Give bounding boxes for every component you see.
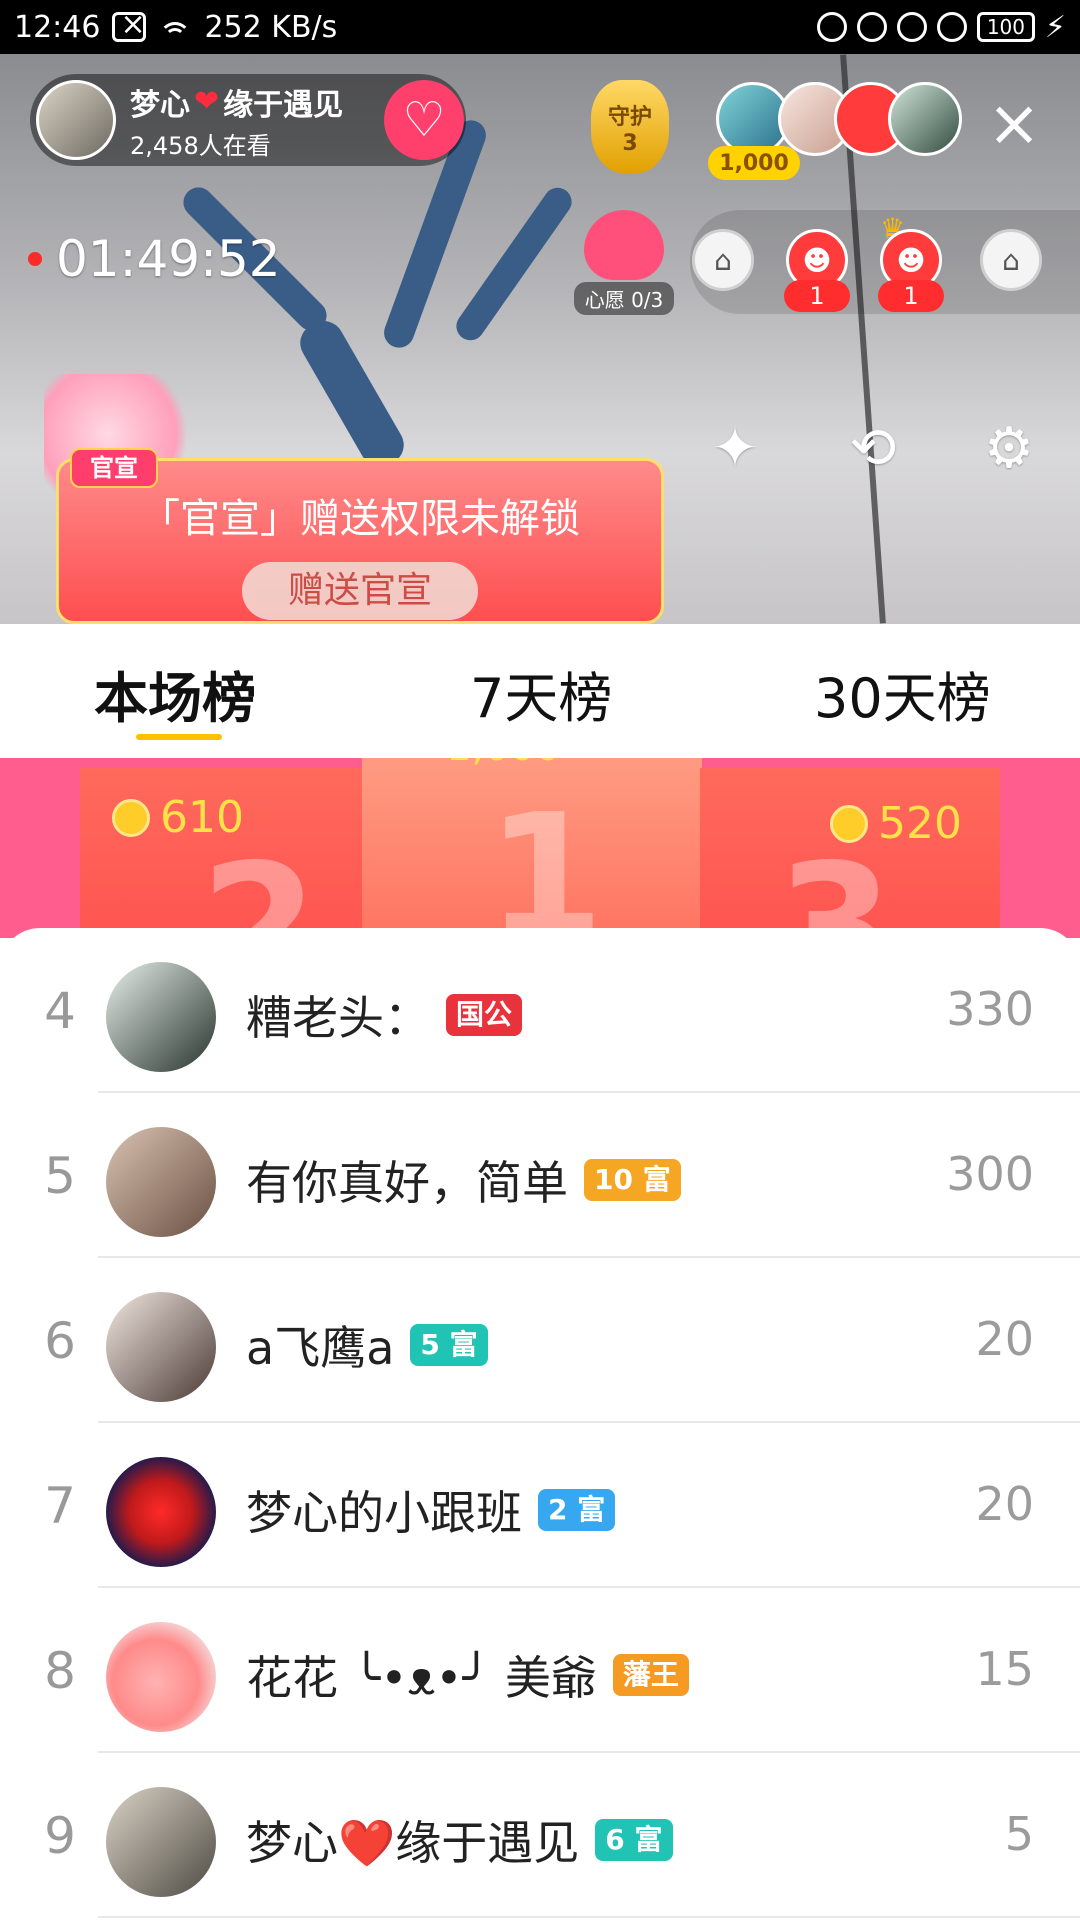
second-place-coins: 610 bbox=[112, 792, 244, 843]
score: 20 bbox=[975, 1312, 1034, 1366]
headphones-icon bbox=[936, 12, 967, 42]
wish-heart-icon bbox=[584, 210, 664, 280]
avatar[interactable] bbox=[106, 1127, 216, 1237]
seat-badge: 1 bbox=[784, 280, 850, 312]
network-speed: 252 KB/s bbox=[204, 9, 338, 45]
active-tab-indicator bbox=[136, 734, 222, 740]
beauty-wand-icon[interactable]: ✦ bbox=[700, 414, 770, 484]
rank-number: 5 bbox=[44, 1147, 76, 1205]
list-item[interactable]: 4 糟老头： 国公 330 bbox=[0, 928, 1080, 1093]
rank-badge: 5 富 bbox=[410, 1324, 488, 1366]
antler-decor bbox=[450, 182, 578, 346]
guard-label: 守护 bbox=[607, 104, 652, 130]
tab-this-session[interactable]: 本场榜 bbox=[94, 654, 256, 733]
podium: 2 1 3 1,000 610 520 bbox=[0, 758, 1080, 938]
lock-rotation-icon bbox=[856, 12, 887, 42]
follow-button[interactable]: ♡ bbox=[384, 80, 464, 160]
podium-number-first: 1 bbox=[486, 778, 605, 938]
podium-number-second: 2 bbox=[200, 828, 319, 938]
score: 20 bbox=[975, 1477, 1034, 1531]
host-info[interactable]: 梦心 ❤ 缘于遇见 2,458人在看 ♡ bbox=[30, 74, 466, 166]
wish-button[interactable]: 心愿 0/3 bbox=[574, 210, 674, 316]
list-item[interactable]: 6 a飞鹰a 5 富 20 bbox=[0, 1258, 1080, 1423]
rank-badge: 2 富 bbox=[538, 1489, 616, 1531]
rank-badge: 6 富 bbox=[595, 1819, 673, 1861]
announce-card: 官宣 「官宣」赠送权限未解锁 赠送官宣 bbox=[44, 374, 664, 624]
wifi-icon bbox=[158, 14, 192, 40]
mute-icon bbox=[816, 12, 847, 42]
user-name: 有你真好，简单 bbox=[246, 1156, 568, 1210]
guard-count: 3 bbox=[622, 130, 638, 156]
list-item[interactable]: 5 有你真好，简单 10 富 300 bbox=[0, 1093, 1080, 1258]
send-announce-button[interactable]: 赠送官宣 bbox=[242, 562, 478, 620]
viewer-count: 2,458人在看 bbox=[130, 131, 271, 160]
user-name: 梦心❤️缘于遇见 bbox=[246, 1816, 580, 1870]
leaderboard-tabs: 本场榜 7天榜 30天榜 bbox=[0, 624, 1080, 758]
user-name: a飞鹰a bbox=[246, 1321, 395, 1375]
coins-badge: 1,000 bbox=[708, 146, 800, 180]
divider bbox=[98, 1916, 1080, 1918]
avatar[interactable] bbox=[106, 1622, 216, 1732]
live-video[interactable]: 梦心 ❤ 缘于遇见 2,458人在看 ♡ 守护 3 1,000 × 01:49:52… bbox=[0, 54, 1080, 624]
viewer-avatar[interactable] bbox=[888, 82, 962, 156]
score: 5 bbox=[1004, 1807, 1034, 1861]
user-name-row: 花花 ╰•ᴥ•╯ 美爺 藩王 bbox=[246, 1642, 689, 1708]
rank-number: 7 bbox=[44, 1477, 76, 1535]
leaderboard-list: 4 糟老头： 国公 330 5 有你真好，简单 10 富 300 6 a飞鹰a … bbox=[0, 928, 1080, 1920]
guard-badge[interactable]: 守护 3 bbox=[584, 80, 676, 190]
rank-number: 9 bbox=[44, 1807, 76, 1865]
list-item[interactable]: 9 梦心❤️缘于遇见 6 富 5 bbox=[0, 1753, 1080, 1918]
user-name-row: a飞鹰a 5 富 bbox=[246, 1312, 488, 1378]
coin-icon bbox=[112, 798, 150, 837]
rank-badge: 藩王 bbox=[612, 1654, 689, 1696]
avatar[interactable] bbox=[106, 962, 216, 1072]
notification-icon bbox=[112, 7, 147, 42]
heart-icon: ❤ bbox=[194, 84, 220, 119]
user-name: 梦心的小跟班 bbox=[246, 1486, 522, 1540]
avatar[interactable] bbox=[106, 1787, 216, 1897]
status-time: 12:46 bbox=[14, 9, 101, 45]
battery-icon: 100 bbox=[976, 12, 1035, 42]
empty-seat-icon[interactable]: ⌂ bbox=[692, 229, 754, 291]
heart-plus-icon: ♡ bbox=[402, 92, 446, 148]
tab-30-days[interactable]: 30天榜 bbox=[814, 654, 991, 733]
third-place-coins: 520 bbox=[830, 798, 962, 849]
camera-switch-icon[interactable]: ⟲ bbox=[838, 414, 908, 484]
user-name-row: 有你真好，简单 10 富 bbox=[246, 1147, 681, 1213]
wish-label: 心愿 0/3 bbox=[574, 282, 674, 315]
tab-7-days[interactable]: 7天榜 bbox=[470, 654, 612, 733]
empty-seat-icon[interactable]: ⌂ bbox=[980, 229, 1042, 291]
announce-title: 「官宣」赠送权限未解锁 bbox=[140, 496, 580, 542]
user-name-row: 糟老头： 国公 bbox=[246, 982, 523, 1048]
rank-number: 8 bbox=[44, 1642, 76, 1700]
user-name-row: 梦心❤️缘于遇见 6 富 bbox=[246, 1807, 673, 1873]
score: 15 bbox=[975, 1642, 1034, 1696]
seat-badge: 1 bbox=[878, 280, 944, 312]
user-name: 花花 ╰•ᴥ•╯ 美爺 bbox=[246, 1651, 597, 1705]
coin-icon bbox=[830, 804, 868, 843]
host-name: 梦心 ❤ 缘于遇见 bbox=[130, 84, 344, 123]
avatar[interactable] bbox=[106, 1457, 216, 1567]
charging-icon: ⚡ bbox=[1044, 9, 1066, 45]
user-name-row: 梦心的小跟班 2 富 bbox=[246, 1477, 616, 1543]
user-name: 糟老头： bbox=[246, 991, 430, 1045]
close-icon[interactable]: × bbox=[982, 92, 1046, 156]
score: 300 bbox=[946, 1147, 1034, 1201]
rank-badge: 国公 bbox=[446, 994, 523, 1036]
rank-number: 4 bbox=[44, 982, 76, 1040]
list-item[interactable]: 7 梦心的小跟班 2 富 20 bbox=[0, 1423, 1080, 1588]
settings-icon[interactable]: ⚙ bbox=[974, 414, 1044, 484]
alarm-icon bbox=[896, 12, 927, 42]
rank-badge: 10 富 bbox=[584, 1159, 681, 1201]
announce-tag: 官宣 bbox=[70, 448, 158, 488]
avatar[interactable] bbox=[106, 1292, 216, 1402]
live-timer: 01:49:52 bbox=[28, 230, 281, 288]
score: 330 bbox=[946, 982, 1034, 1036]
first-place-coins: 1,000 bbox=[446, 758, 561, 770]
recording-dot-icon bbox=[28, 252, 42, 266]
list-item[interactable]: 8 花花 ╰•ᴥ•╯ 美爺 藩王 15 bbox=[0, 1588, 1080, 1753]
status-bar: 12:46 252 KB/s 100 ⚡ bbox=[0, 0, 1080, 54]
host-avatar[interactable] bbox=[36, 80, 116, 160]
rank-number: 6 bbox=[44, 1312, 76, 1370]
